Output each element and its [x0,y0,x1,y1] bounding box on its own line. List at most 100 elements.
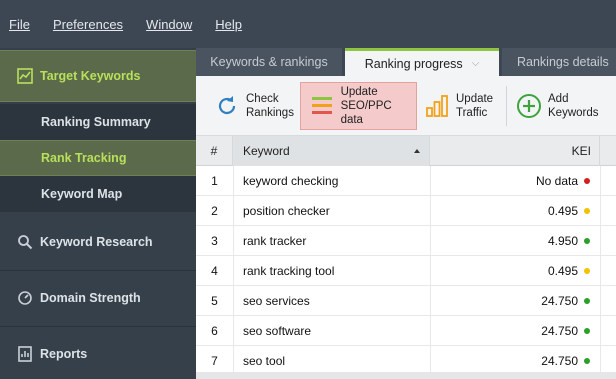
check-rankings-button[interactable]: Check Rankings [210,82,298,130]
sidebar-item-label: Ranking Summary [41,115,151,129]
sidebar-item-rank-tracking[interactable]: Rank Tracking [0,140,196,176]
status-dot-icon [584,238,590,244]
button-label: Update [456,93,494,105]
divider [0,326,196,327]
keyword-cell: seo services [243,294,310,308]
column-label: # [210,144,218,158]
kei-cell: 4.950 [430,226,590,256]
update-seo-ppc-button[interactable]: Update SEO/PPC data [300,82,417,130]
sidebar-item-target-keywords[interactable]: Target Keywords [0,50,196,102]
column-header-keyword[interactable]: Keyword [233,136,430,166]
status-dot-icon [584,208,590,214]
column-header-number[interactable]: # [196,136,233,166]
sidebar-item-keyword-research[interactable]: Keyword Research [0,218,196,266]
keyword-cell: position checker [243,204,330,218]
column-label: KEI [571,144,591,158]
row-number: 5 [211,294,218,308]
search-icon [16,233,34,251]
menu-window[interactable]: Window [146,17,192,32]
keyword-cell: rank tracking tool [243,264,335,278]
keywords-table: # Keyword KEI 1 keyword checking No data… [196,136,616,379]
button-label: Add [548,93,569,105]
sidebar-item-label: Reports [40,347,88,361]
kei-cell: No data [430,166,590,196]
chart-line-icon [16,67,34,85]
row-number: 4 [211,264,218,278]
sidebar-subgroup: Ranking Summary Rank Tracking Keyword Ma… [0,104,196,212]
row-number: 6 [211,324,218,338]
button-label: Traffic [456,107,488,119]
sidebar-item-label: Keyword Research [40,235,153,249]
button-label: Keywords [548,107,599,119]
sidebar-item-ranking-summary[interactable]: Ranking Summary [0,104,196,140]
add-circle-icon [516,93,542,119]
refresh-icon [214,93,240,119]
keyword-cell: seo software [243,324,312,338]
kei-cell: 24.750 [430,316,590,346]
horizontal-scrollbar[interactable] [196,372,616,379]
status-dot-icon [584,298,590,304]
menu-bar: File Preferences Window Help [0,0,616,48]
tab-keywords-rankings[interactable]: Keywords & rankings [196,48,342,76]
row-number: 3 [211,234,218,248]
menu-file[interactable]: File [9,17,30,32]
sidebar-item-keyword-map[interactable]: Keyword Map [0,176,196,212]
divider [506,86,507,126]
toolbar: Check Rankings Update SEO/PPC data Update T… [196,76,616,136]
table-row[interactable]: 2 position checker 0.495 [196,196,616,226]
keyword-cell: keyword checking [243,174,339,188]
sidebar-item-reports[interactable]: Reports [0,330,196,378]
sidebar-item-domain-strength[interactable]: Domain Strength [0,274,196,322]
kei-value: 24.750 [541,354,578,368]
row-number: 1 [211,174,218,188]
status-dot-icon [584,268,590,274]
main-content: Keywords & rankings Ranking progress ⌵ R… [196,48,616,379]
update-traffic-button[interactable]: Update Traffic [420,82,502,130]
kei-value: No data [535,174,578,188]
tab-label: Keywords & rankings [210,55,328,69]
kei-cell: 0.495 [430,256,590,286]
button-label: Check [246,93,279,105]
sidebar: Target Keywords Ranking Summary Rank Tra… [0,48,196,379]
table-row[interactable]: 6 seo software 24.750 [196,316,616,346]
kei-value: 0.495 [547,264,578,278]
button-label: Update [340,86,378,98]
sidebar-item-label: Target Keywords [40,69,141,83]
data-bars-icon [309,93,335,119]
column-label: Keyword [243,144,290,158]
sidebar-item-label: Domain Strength [40,291,141,305]
gauge-icon [16,289,34,307]
table-row[interactable]: 4 rank tracking tool 0.495 [196,256,616,286]
sidebar-item-label: Rank Tracking [41,151,127,165]
tab-ranking-progress[interactable]: Ranking progress ⌵ [345,48,499,76]
status-dot-icon [584,328,590,334]
report-icon [16,345,34,363]
kei-value: 4.950 [547,234,578,248]
menu-help[interactable]: Help [215,17,242,32]
table-row[interactable]: 5 seo services 24.750 [196,286,616,316]
button-label: SEO/PPC data [340,100,392,126]
table-row[interactable]: 1 keyword checking No data [196,166,616,196]
tab-rankings-details[interactable]: Rankings details [502,48,616,76]
table-row[interactable]: 7 seo tool 24.750 [196,346,616,374]
table-header: # Keyword KEI [196,136,616,166]
row-number: 2 [211,204,218,218]
divider [0,270,196,271]
table-row[interactable]: 3 rank tracker 4.950 [196,226,616,256]
tab-bar: Keywords & rankings Ranking progress ⌵ R… [196,48,616,76]
column-header-kei[interactable]: KEI [430,136,600,166]
status-dot-icon [584,358,590,364]
kei-cell: 0.495 [430,196,590,226]
sort-ascending-icon [414,149,420,153]
add-keywords-button[interactable]: Add Keywords [512,82,616,130]
chevron-down-icon[interactable]: ⌵ [472,58,480,69]
kei-value: 24.750 [541,294,578,308]
tab-label: Rankings details [517,55,609,69]
keyword-cell: rank tracker [243,234,307,248]
bar-chart-icon [424,93,450,119]
menu-preferences[interactable]: Preferences [53,17,123,32]
kei-cell: 24.750 [430,286,590,316]
sidebar-item-label: Keyword Map [41,187,123,201]
kei-value: 0.495 [547,204,578,218]
status-dot-icon [584,178,590,184]
